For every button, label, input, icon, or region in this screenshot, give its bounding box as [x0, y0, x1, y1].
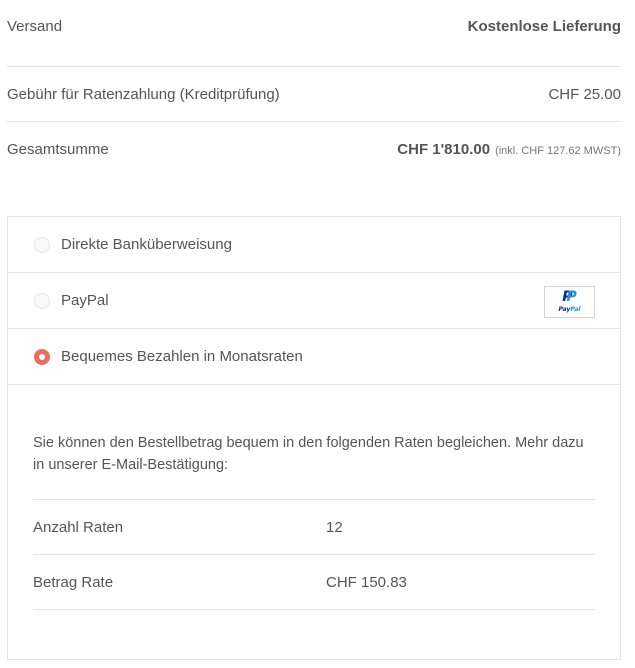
divider: [7, 66, 621, 67]
payment-option-paypal[interactable]: PayPal PP PayPal: [8, 273, 620, 329]
radio-button-selected[interactable]: [34, 348, 50, 365]
installment-description: Sie können den Bestellbetrag bequem in d…: [33, 435, 584, 473]
shipping-label: Versand: [7, 17, 63, 35]
total-value-group: CHF 1'810.00 (inkl. CHF 127.62 MWST): [397, 141, 621, 158]
fee-value: CHF 25.00: [548, 85, 621, 103]
payment-option-label: Bequemes Bezahlen in Monatsraten: [61, 348, 303, 365]
total-amount: CHF 1'810.00: [397, 140, 491, 158]
installment-details: Sie können den Bestellbetrag bequem in d…: [33, 432, 595, 610]
installment-amount-value: CHF 150.83: [326, 573, 407, 591]
total-row: Gesamtsumme CHF 1'810.00 (inkl. CHF 127.…: [7, 133, 621, 165]
installment-count-label: Anzahl Raten: [33, 518, 124, 536]
shipping-value: Kostenlose Lieferung: [467, 17, 621, 35]
radio-button[interactable]: [34, 236, 50, 253]
total-label: Gesamtsumme: [7, 140, 109, 158]
paypal-logo: PP PayPal: [544, 286, 595, 318]
fee-label: Gebühr für Ratenzahlung (Kreditprüfung): [7, 85, 280, 103]
payment-option-label: Direkte Banküberweisung: [61, 236, 232, 253]
payment-option-installments[interactable]: Bequemes Bezahlen in Monatsraten: [8, 329, 620, 385]
installment-amount-label: Betrag Rate: [33, 573, 114, 591]
paypal-p-icon: PP: [562, 289, 577, 305]
fee-row: Gebühr für Ratenzahlung (Kreditprüfung) …: [7, 78, 621, 110]
paypal-wordmark: PayPal: [558, 306, 581, 313]
divider: [33, 554, 595, 555]
payment-option-label: PayPal: [61, 292, 109, 309]
total-tax-note: (inkl. CHF 127.62 MWST): [495, 144, 621, 157]
shipping-row: Versand Kostenlose Lieferung: [7, 10, 621, 42]
installment-count-value: 12: [326, 518, 343, 536]
payment-option-bank-transfer[interactable]: Direkte Banküberweisung: [8, 217, 620, 273]
divider: [33, 499, 595, 500]
installment-count-row: Anzahl Raten 12: [33, 511, 595, 543]
installment-amount-row: Betrag Rate CHF 150.83: [33, 566, 595, 598]
divider: [7, 121, 621, 122]
radio-button[interactable]: [34, 292, 50, 309]
divider: [33, 609, 595, 610]
payment-methods: Direkte Banküberweisung PayPal PP PayPal…: [7, 216, 621, 660]
